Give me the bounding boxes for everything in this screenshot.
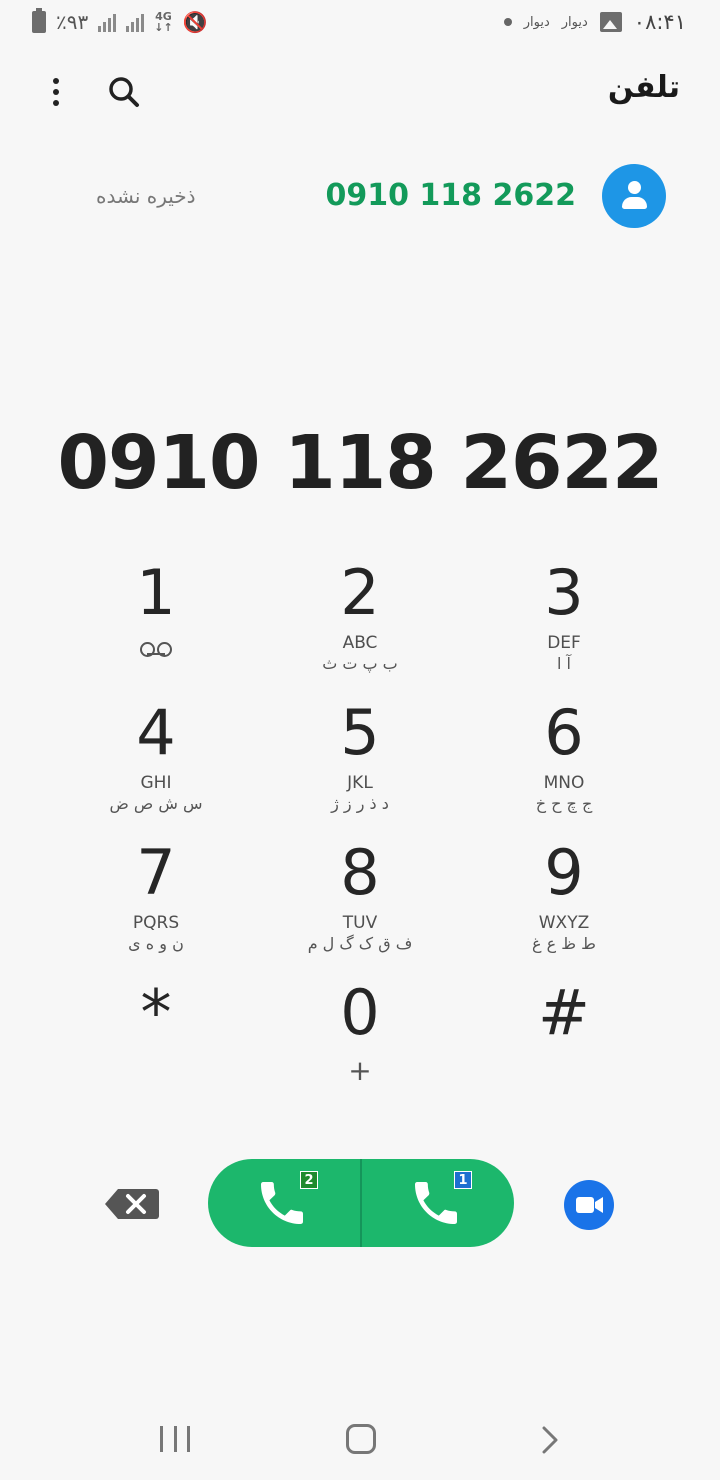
key-digit: 5	[340, 696, 380, 769]
key-5[interactable]: 5 JKL د ذ ر ز ژ	[258, 698, 462, 838]
key-3[interactable]: 3 DEF آ ا	[462, 558, 666, 698]
key-digit: *	[140, 976, 172, 1049]
status-bar: ٪۹۳ 4G ↓↑ 🔇 دیوار دیوار ۰۸:۴۱	[0, 0, 720, 44]
key-7[interactable]: 7 PQRS ن و ه ی	[54, 838, 258, 978]
key-persian-letters: س ش ص ض	[109, 794, 203, 813]
more-dots-icon	[53, 78, 59, 84]
navigation-bar	[0, 1410, 720, 1470]
suggestion-number: 0910 118 2622	[325, 178, 576, 213]
home-button[interactable]	[346, 1424, 376, 1454]
key-persian-letters: ط ظ ع غ	[532, 934, 596, 953]
key-digit: 4	[136, 696, 176, 769]
key-digit: 9	[544, 836, 584, 909]
notification-dot-icon	[503, 18, 512, 26]
key-0[interactable]: 0 +	[258, 978, 462, 1118]
key-digit: 3	[544, 556, 584, 629]
call-sim2-button[interactable]: 2	[208, 1159, 360, 1247]
key-8[interactable]: 8 TUV ف ق ک گ ل م	[258, 838, 462, 978]
video-camera-icon	[576, 1197, 603, 1213]
status-bar-left: ٪۹۳ 4G ↓↑ 🔇	[32, 8, 208, 34]
clock: ۰۸:۴۱	[633, 10, 686, 34]
search-icon	[109, 77, 139, 107]
keypad: 1 2 ABC ب پ ت ث 3 DEF آ ا 4 GHI س ش ص ض …	[54, 558, 666, 1118]
recents-button[interactable]	[160, 1426, 190, 1454]
page-title: تلفن	[607, 70, 680, 105]
notification-app: دیوار	[561, 14, 588, 30]
search-button[interactable]	[104, 72, 144, 112]
key-digit: 2	[340, 556, 380, 629]
key-hash[interactable]: #	[462, 978, 666, 1118]
backspace-button[interactable]	[104, 1187, 160, 1221]
key-digit: #	[538, 976, 590, 1049]
key-letters: TUV	[342, 913, 378, 933]
key-digit: 8	[340, 836, 380, 909]
key-9[interactable]: 9 WXYZ ط ظ ع غ	[462, 838, 666, 978]
call-sim1-button[interactable]: 1	[362, 1159, 514, 1247]
dialed-number[interactable]: 0910 118 2622	[0, 420, 720, 506]
key-1[interactable]: 1	[54, 558, 258, 698]
key-plus: +	[348, 1054, 372, 1087]
key-letters: ABC	[342, 633, 378, 653]
recents-icon	[160, 1426, 163, 1452]
key-letters: JKL	[347, 773, 373, 793]
status-bar-right: دیوار دیوار ۰۸:۴۱	[503, 10, 686, 34]
key-persian-letters: ف ق ک گ ل م	[307, 934, 413, 953]
call-buttons: 2 1	[208, 1159, 514, 1247]
signal-icon	[126, 12, 145, 32]
notification-app: دیوار	[523, 14, 550, 30]
chevron-right-icon	[542, 1426, 558, 1454]
gallery-icon	[599, 12, 622, 32]
key-letters: PQRS	[132, 913, 180, 933]
sim-2-badge: 2	[300, 1171, 318, 1189]
key-letters: WXYZ	[538, 913, 590, 933]
voicemail-icon	[140, 642, 172, 657]
battery-percent: ٪۹۳	[56, 10, 89, 34]
key-persian-letters: ج چ ح خ	[535, 794, 593, 813]
key-6[interactable]: 6 MNO ج چ ح خ	[462, 698, 666, 838]
key-persian-letters: آ ا	[557, 654, 571, 673]
key-letters: GHI	[140, 773, 172, 793]
key-persian-letters: ب پ ت ث	[322, 654, 398, 673]
unsaved-label: ذخیره نشده	[96, 184, 196, 208]
more-options-button[interactable]	[46, 72, 66, 112]
key-2[interactable]: 2 ABC ب پ ت ث	[258, 558, 462, 698]
battery-icon	[32, 8, 46, 33]
back-button[interactable]	[538, 1426, 562, 1454]
backspace-icon	[105, 1189, 159, 1219]
contact-suggestion[interactable]: 0910 118 2622 ذخیره نشده	[0, 160, 720, 236]
sim-1-badge: 1	[454, 1171, 472, 1189]
key-digit: 7	[136, 836, 176, 909]
video-call-button[interactable]	[564, 1180, 614, 1230]
key-4[interactable]: 4 GHI س ش ص ض	[54, 698, 258, 838]
key-star[interactable]: *	[54, 978, 258, 1118]
avatar	[602, 164, 666, 228]
signal-icon	[98, 12, 117, 32]
key-persian-letters: د ذ ر ز ژ	[331, 794, 389, 813]
key-persian-letters: ن و ه ی	[128, 934, 184, 953]
key-digit: 0	[340, 976, 380, 1049]
key-digit: 1	[136, 556, 176, 629]
network-type: 4G ↓↑	[154, 10, 173, 34]
mute-icon: 🔇	[182, 10, 208, 34]
key-digit: 6	[544, 696, 584, 769]
key-letters: DEF	[547, 633, 581, 653]
key-letters: MNO	[543, 773, 585, 793]
